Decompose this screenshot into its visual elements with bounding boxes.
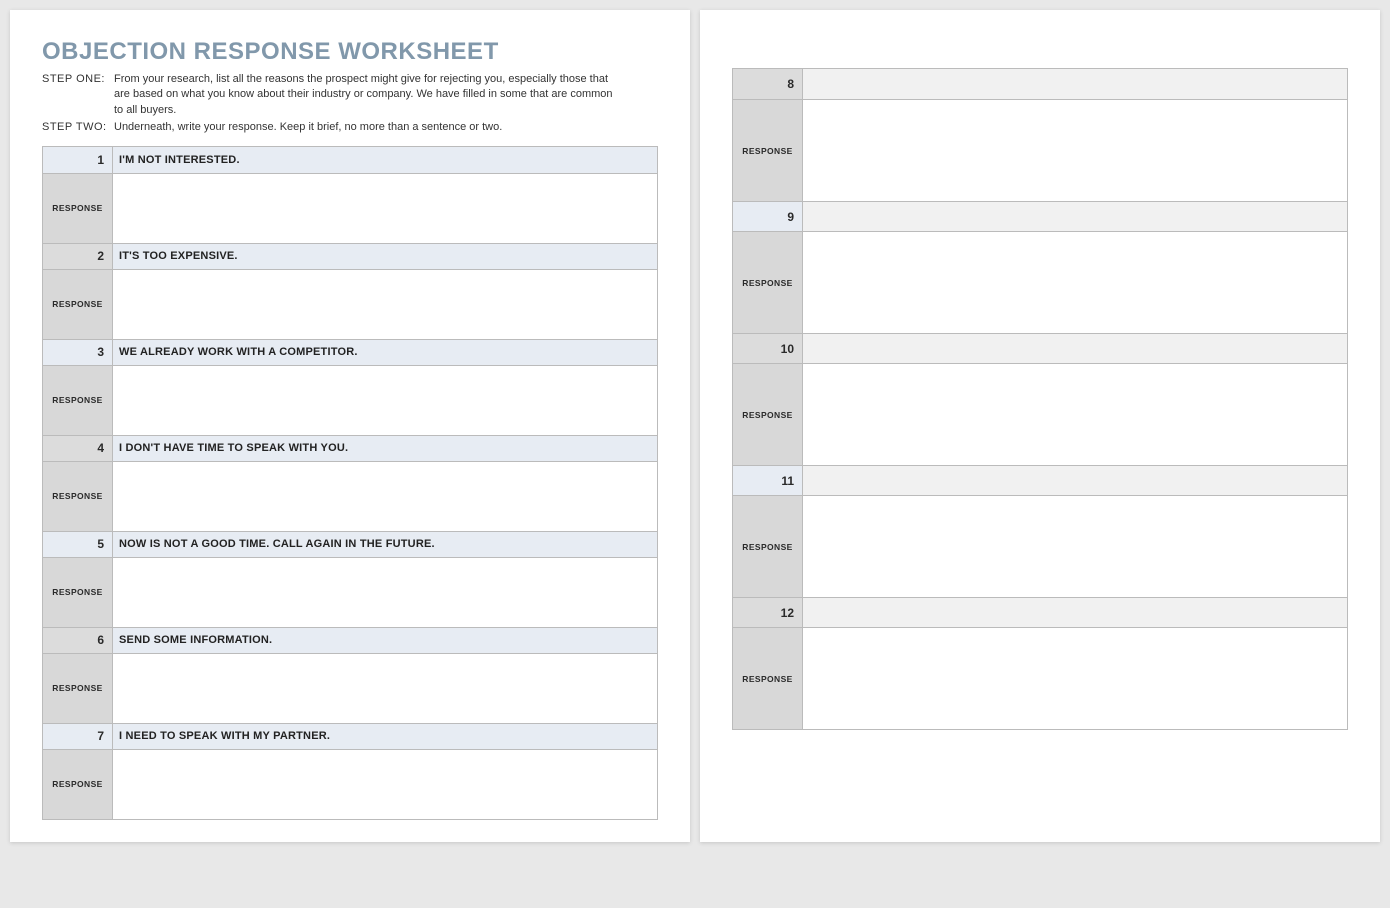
- objection-number: 10: [733, 334, 803, 363]
- response-label: RESPONSE: [733, 232, 803, 333]
- response-row: RESPONSE: [732, 495, 1348, 597]
- step-one-label: STEP ONE:: [42, 72, 114, 118]
- objection-row: 1 I'M NOT INTERESTED.: [42, 147, 658, 173]
- response-cell[interactable]: [113, 462, 657, 531]
- objection-row: 10: [732, 333, 1348, 363]
- objection-text[interactable]: I NEED TO SPEAK WITH MY PARTNER.: [113, 724, 657, 749]
- objection-text[interactable]: [803, 598, 1347, 627]
- objection-number: 2: [43, 244, 113, 269]
- response-cell[interactable]: [803, 364, 1347, 465]
- response-label: RESPONSE: [43, 270, 113, 339]
- response-label: RESPONSE: [43, 174, 113, 243]
- objection-row: 2 IT'S TOO EXPENSIVE.: [42, 243, 658, 269]
- response-cell[interactable]: [803, 496, 1347, 597]
- response-row: RESPONSE: [732, 627, 1348, 729]
- response-label: RESPONSE: [43, 750, 113, 819]
- step-two-text: Underneath, write your response. Keep it…: [114, 120, 502, 135]
- response-cell[interactable]: [113, 174, 657, 243]
- response-label: RESPONSE: [43, 462, 113, 531]
- page-title: OBJECTION RESPONSE WORKSHEET: [42, 38, 658, 66]
- objection-row: 12: [732, 597, 1348, 627]
- objection-grid-right: 8 RESPONSE 9 RESPONSE 10 RESPONSE 11: [732, 68, 1348, 730]
- response-cell[interactable]: [803, 628, 1347, 729]
- response-row: RESPONSE: [42, 269, 658, 339]
- objection-text[interactable]: IT'S TOO EXPENSIVE.: [113, 244, 657, 269]
- worksheet-page-left: OBJECTION RESPONSE WORKSHEET STEP ONE: F…: [10, 10, 690, 842]
- objection-number: 6: [43, 628, 113, 653]
- objection-number: 9: [733, 202, 803, 231]
- worksheet-page-right: 8 RESPONSE 9 RESPONSE 10 RESPONSE 11: [700, 10, 1380, 842]
- response-row: RESPONSE: [42, 557, 658, 627]
- objection-text[interactable]: [803, 69, 1347, 99]
- objection-row: 8: [732, 69, 1348, 99]
- response-cell[interactable]: [113, 750, 657, 819]
- response-row: RESPONSE: [732, 363, 1348, 465]
- response-row: RESPONSE: [42, 653, 658, 723]
- response-cell[interactable]: [113, 558, 657, 627]
- objection-number: 8: [733, 69, 803, 99]
- objection-grid-left: 1 I'M NOT INTERESTED. RESPONSE 2 IT'S TO…: [42, 146, 658, 820]
- response-cell[interactable]: [803, 100, 1347, 201]
- objection-number: 7: [43, 724, 113, 749]
- objection-number: 4: [43, 436, 113, 461]
- response-cell[interactable]: [113, 654, 657, 723]
- step-one-row: STEP ONE: From your research, list all t…: [42, 72, 658, 118]
- objection-text[interactable]: [803, 466, 1347, 495]
- objection-row: 6 SEND SOME INFORMATION.: [42, 627, 658, 653]
- objection-text[interactable]: SEND SOME INFORMATION.: [113, 628, 657, 653]
- response-label: RESPONSE: [43, 654, 113, 723]
- objection-text[interactable]: I DON'T HAVE TIME TO SPEAK WITH YOU.: [113, 436, 657, 461]
- objection-row: 5 NOW IS NOT A GOOD TIME. CALL AGAIN IN …: [42, 531, 658, 557]
- response-row: RESPONSE: [42, 461, 658, 531]
- objection-text[interactable]: I'M NOT INTERESTED.: [113, 147, 657, 173]
- objection-row: 11: [732, 465, 1348, 495]
- steps-block: STEP ONE: From your research, list all t…: [42, 72, 658, 136]
- response-cell[interactable]: [113, 366, 657, 435]
- objection-text[interactable]: WE ALREADY WORK WITH A COMPETITOR.: [113, 340, 657, 365]
- response-label: RESPONSE: [733, 364, 803, 465]
- response-cell[interactable]: [803, 232, 1347, 333]
- response-row: RESPONSE: [732, 231, 1348, 333]
- objection-number: 12: [733, 598, 803, 627]
- objection-number: 11: [733, 466, 803, 495]
- response-label: RESPONSE: [733, 628, 803, 729]
- response-row: RESPONSE: [732, 99, 1348, 201]
- objection-row: 7 I NEED TO SPEAK WITH MY PARTNER.: [42, 723, 658, 749]
- step-two-label: STEP TWO:: [42, 120, 114, 135]
- objection-row: 4 I DON'T HAVE TIME TO SPEAK WITH YOU.: [42, 435, 658, 461]
- objection-number: 1: [43, 147, 113, 173]
- response-label: RESPONSE: [733, 100, 803, 201]
- response-label: RESPONSE: [733, 496, 803, 597]
- response-label: RESPONSE: [43, 366, 113, 435]
- objection-number: 5: [43, 532, 113, 557]
- objection-row: 9: [732, 201, 1348, 231]
- step-two-row: STEP TWO: Underneath, write your respons…: [42, 120, 658, 135]
- objection-text[interactable]: [803, 334, 1347, 363]
- response-row: RESPONSE: [42, 365, 658, 435]
- objection-number: 3: [43, 340, 113, 365]
- step-one-text: From your research, list all the reasons…: [114, 72, 614, 118]
- response-cell[interactable]: [113, 270, 657, 339]
- objection-text[interactable]: [803, 202, 1347, 231]
- response-row: RESPONSE: [42, 749, 658, 819]
- response-label: RESPONSE: [43, 558, 113, 627]
- objection-text[interactable]: NOW IS NOT A GOOD TIME. CALL AGAIN IN TH…: [113, 532, 657, 557]
- objection-row: 3 WE ALREADY WORK WITH A COMPETITOR.: [42, 339, 658, 365]
- response-row: RESPONSE: [42, 173, 658, 243]
